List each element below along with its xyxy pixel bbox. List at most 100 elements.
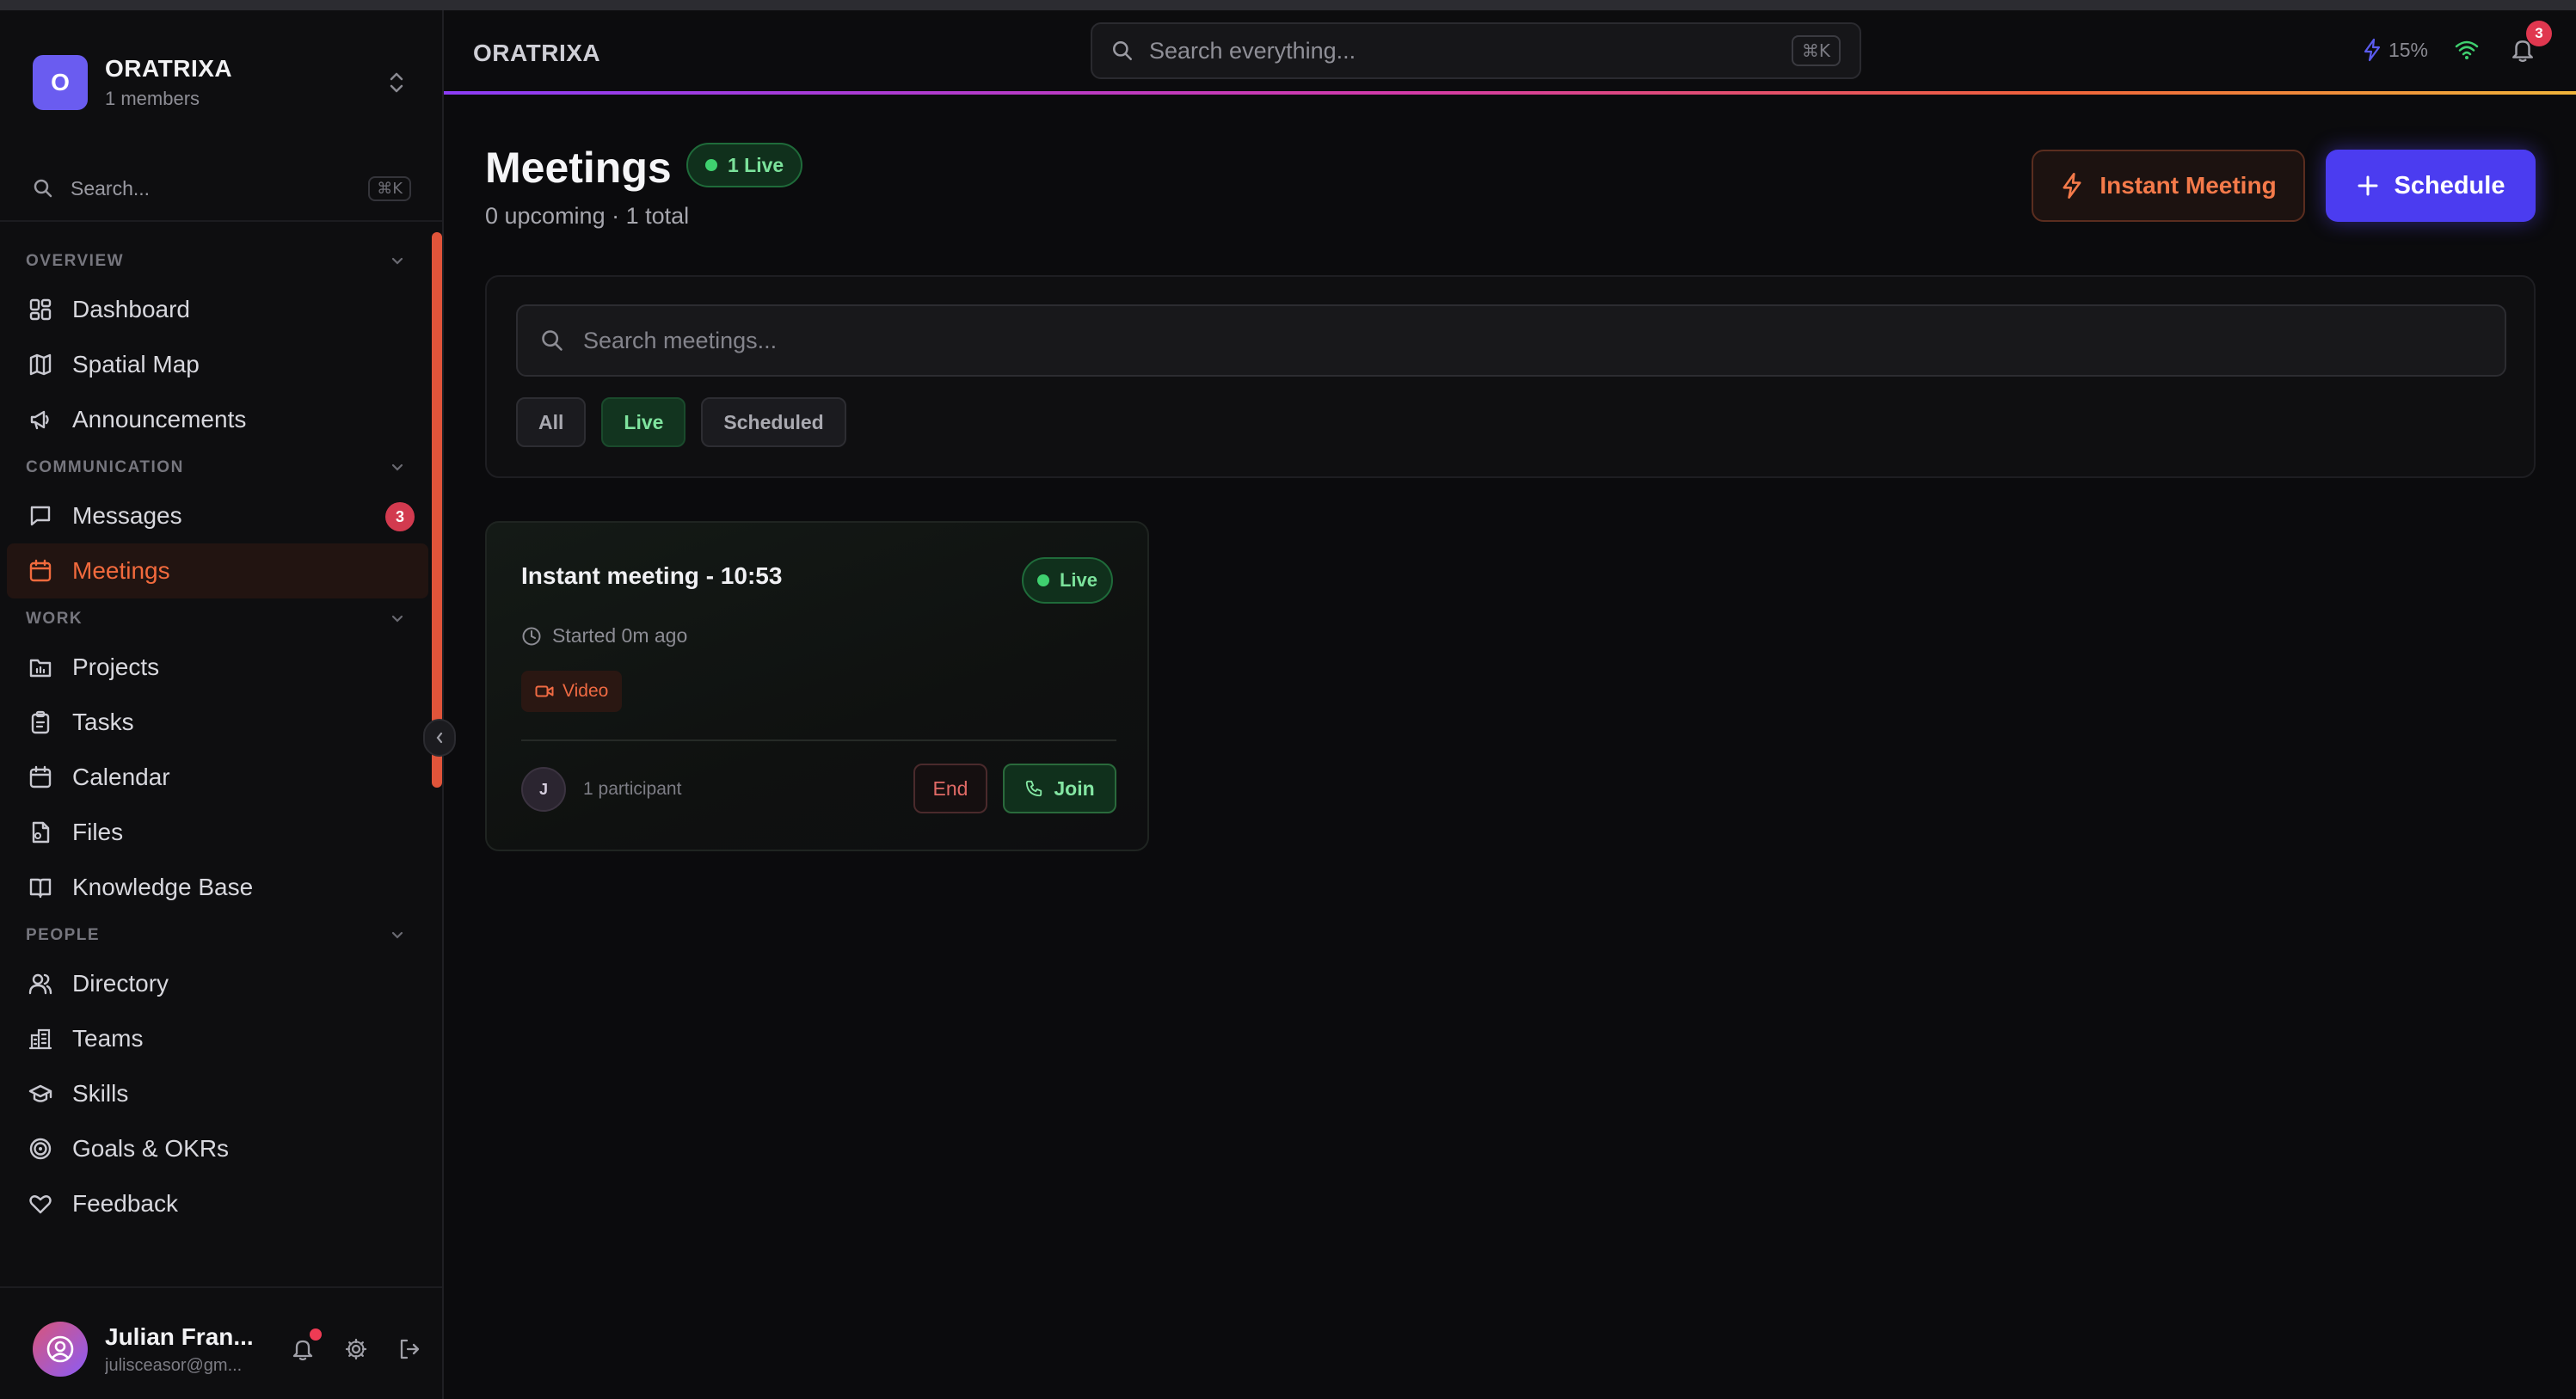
instant-meeting-button[interactable]: Instant Meeting bbox=[2032, 150, 2305, 222]
sidebar-search-shortcut: ⌘K bbox=[368, 175, 411, 201]
sidebar-item-files[interactable]: Files bbox=[7, 805, 428, 860]
sidebar: O ORATRIXA 1 members Search... ⌘K OVERVI… bbox=[0, 10, 456, 1399]
meeting-type-label: Video bbox=[563, 681, 609, 701]
notification-count-badge: 3 bbox=[2526, 21, 2552, 46]
meeting-search-placeholder: Search meetings... bbox=[583, 327, 778, 353]
section-overview[interactable]: OVERVIEW bbox=[7, 241, 428, 282]
avatar[interactable] bbox=[33, 1322, 88, 1377]
target-icon bbox=[26, 1134, 55, 1163]
sidebar-item-meetings[interactable]: Meetings bbox=[7, 543, 428, 598]
file-icon bbox=[26, 818, 55, 847]
meeting-type-tag: Video bbox=[521, 671, 623, 712]
user-email: julisceasor@gm... bbox=[105, 1355, 243, 1375]
status-area: 15% 3 bbox=[2363, 21, 2552, 67]
main-content: Meetings 1 Live 0 upcoming · 1 total Ins… bbox=[444, 95, 2576, 1399]
meeting-search-input[interactable]: Search meetings... bbox=[516, 304, 2506, 377]
plus-icon bbox=[2358, 175, 2378, 196]
sidebar-item-messages[interactable]: Messages 3 bbox=[7, 488, 428, 543]
dashboard-icon bbox=[26, 295, 55, 324]
filter-live[interactable]: Live bbox=[601, 397, 686, 447]
search-icon bbox=[1111, 40, 1134, 62]
battery-status: 15% bbox=[2363, 38, 2428, 62]
meeting-start-time: Started 0m ago bbox=[521, 624, 687, 647]
join-label: Join bbox=[1054, 776, 1095, 800]
end-meeting-button[interactable]: End bbox=[913, 764, 987, 813]
sidebar-item-label: Meetings bbox=[72, 557, 170, 584]
live-count-label: 1 Live bbox=[728, 153, 784, 176]
users-icon bbox=[26, 969, 55, 998]
section-work[interactable]: WORK bbox=[7, 598, 428, 640]
sidebar-item-knowledge-base[interactable]: Knowledge Base bbox=[7, 860, 428, 915]
chevron-down-icon bbox=[391, 615, 403, 623]
sidebar-search-placeholder: Search... bbox=[71, 176, 151, 199]
sidebar-divider bbox=[0, 220, 442, 222]
sidebar-item-teams[interactable]: Teams bbox=[7, 1011, 428, 1066]
participant-count: 1 participant bbox=[583, 779, 682, 799]
calendar-icon bbox=[26, 763, 55, 792]
notification-dot bbox=[310, 1328, 322, 1341]
participants-info: J 1 participant bbox=[521, 767, 681, 812]
sidebar-item-goals[interactable]: Goals & OKRs bbox=[7, 1121, 428, 1176]
sidebar-item-skills[interactable]: Skills bbox=[7, 1066, 428, 1121]
global-search[interactable]: Search everything... ⌘K bbox=[1091, 22, 1861, 79]
sidebar-item-directory[interactable]: Directory bbox=[7, 956, 428, 1011]
filter-tabs: All Live Scheduled bbox=[516, 397, 846, 447]
notifications-bell[interactable]: 3 bbox=[2505, 21, 2552, 67]
logout-icon bbox=[400, 1339, 420, 1359]
chevron-up-down-icon[interactable] bbox=[382, 65, 411, 100]
phone-icon bbox=[1026, 780, 1042, 797]
sidebar-item-calendar[interactable]: Calendar bbox=[7, 750, 428, 805]
sidebar-item-label: Dashboard bbox=[72, 296, 190, 322]
card-divider bbox=[521, 739, 1116, 741]
sidebar-item-label: Directory bbox=[72, 970, 169, 997]
global-search-shortcut: ⌘K bbox=[1791, 35, 1841, 66]
workspace-name: ORATRIXA bbox=[105, 55, 233, 82]
notifications-button[interactable] bbox=[287, 1328, 322, 1365]
gear-icon bbox=[345, 1338, 367, 1360]
battery-level: 15% bbox=[2388, 38, 2428, 61]
sidebar-item-label: Calendar bbox=[72, 764, 170, 790]
user-circle-icon bbox=[46, 1335, 74, 1363]
meeting-card[interactable]: Instant meeting - 10:53 Live Started 0m … bbox=[485, 521, 1149, 851]
wifi-icon bbox=[2454, 40, 2480, 60]
status-badge: Live bbox=[1021, 557, 1113, 604]
filter-all[interactable]: All bbox=[516, 397, 587, 447]
app-title: ORATRIXA bbox=[473, 40, 601, 66]
clipboard-icon bbox=[26, 708, 55, 737]
sidebar-item-label: Messages bbox=[72, 502, 182, 529]
user-actions bbox=[287, 1328, 425, 1365]
section-communication[interactable]: COMMUNICATION bbox=[7, 447, 428, 488]
section-people-label: PEOPLE bbox=[26, 926, 101, 944]
message-icon bbox=[26, 501, 55, 531]
sidebar-item-feedback[interactable]: Feedback bbox=[7, 1176, 428, 1231]
section-people[interactable]: PEOPLE bbox=[7, 915, 428, 956]
sidebar-item-announcements[interactable]: Announcements bbox=[7, 392, 428, 447]
workspace-avatar: O bbox=[33, 55, 88, 110]
sidebar-item-projects[interactable]: Projects bbox=[7, 640, 428, 695]
meeting-title: Instant meeting - 10:53 bbox=[521, 562, 783, 589]
filter-scheduled[interactable]: Scheduled bbox=[701, 397, 846, 447]
section-work-label: WORK bbox=[26, 610, 83, 628]
sidebar-item-label: Spatial Map bbox=[72, 351, 200, 377]
sidebar-item-label: Tasks bbox=[72, 709, 134, 735]
schedule-button[interactable]: Schedule bbox=[2326, 150, 2536, 222]
window-top-strip bbox=[0, 0, 2576, 10]
sidebar-item-dashboard[interactable]: Dashboard bbox=[7, 282, 428, 337]
global-search-placeholder: Search everything... bbox=[1149, 37, 1356, 64]
instant-meeting-label: Instant Meeting bbox=[2100, 172, 2277, 199]
join-meeting-button[interactable]: Join bbox=[1003, 764, 1116, 813]
sidebar-item-spatial-map[interactable]: Spatial Map bbox=[7, 337, 428, 392]
map-icon bbox=[26, 350, 55, 379]
sidebar-item-label: Files bbox=[72, 819, 124, 845]
sidebar-item-tasks[interactable]: Tasks bbox=[7, 695, 428, 750]
workspace-switcher[interactable]: O ORATRIXA 1 members bbox=[33, 50, 411, 115]
megaphone-icon bbox=[26, 405, 55, 434]
avatar: J bbox=[521, 767, 566, 812]
sidebar-search[interactable]: Search... ⌘K bbox=[33, 167, 411, 210]
sidebar-scrollbar[interactable] bbox=[432, 232, 442, 788]
search-icon bbox=[540, 328, 564, 353]
sidebar-item-label: Skills bbox=[72, 1080, 129, 1107]
settings-button[interactable] bbox=[341, 1334, 372, 1365]
top-bar: ORATRIXA Search everything... ⌘K 15% 3 bbox=[444, 10, 2576, 93]
logout-button[interactable] bbox=[394, 1334, 425, 1365]
